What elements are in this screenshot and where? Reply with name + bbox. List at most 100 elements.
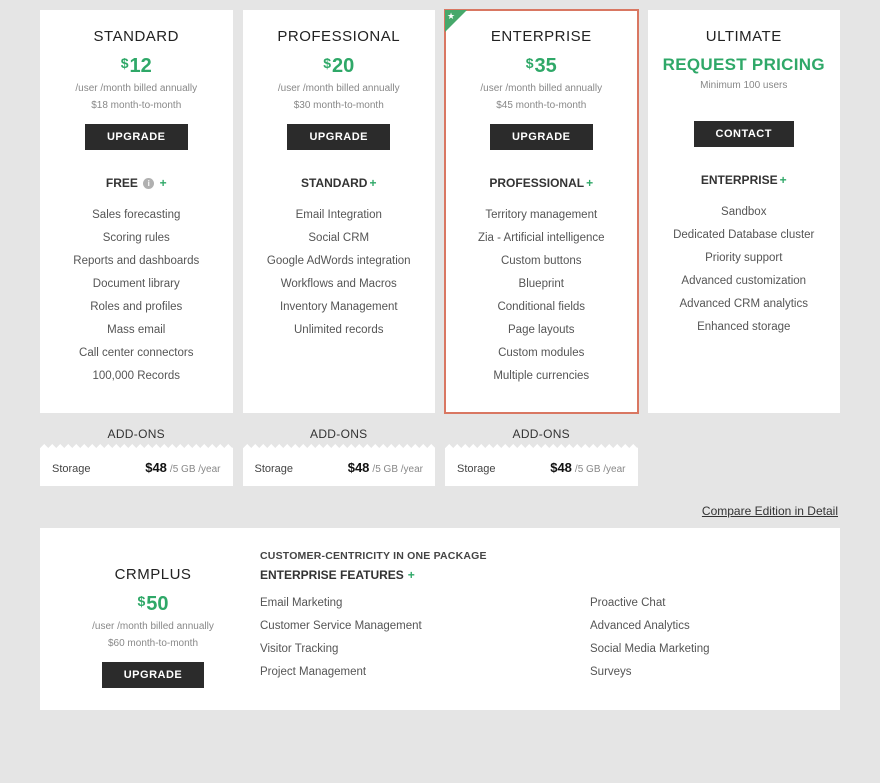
feature-item: Workflows and Macros [251,273,428,296]
plan-enterprise: ENTERPRISE $35 /user /month billed annua… [445,10,638,413]
upgrade-button[interactable]: UPGRADE [287,124,390,150]
contact-button[interactable]: CONTACT [694,121,794,147]
plan-name: ULTIMATE [656,28,833,45]
crmplus-details: CUSTOMER-CENTRICITY IN ONE PACKAGE ENTER… [248,550,822,688]
pricing-plans-row: STANDARD $12 /user /month billed annuall… [40,10,840,413]
addon-standard: ADD-ONS Storage $48/5 GB /year [40,427,233,486]
addon-card: Storage $48/5 GB /year [243,449,436,486]
addons-title: ADD-ONS [40,427,233,441]
feature-item: Conditional fields [453,296,630,319]
feature-item: Google AdWords integration [251,250,428,273]
feature-item: Sandbox [656,201,833,224]
addons-title: ADD-ONS [445,427,638,441]
crmplus-col1: Email Marketing Customer Service Managem… [260,592,550,684]
crmplus-feature-columns: Email Marketing Customer Service Managem… [260,592,822,684]
feature-item: Unlimited records [251,319,428,342]
feature-item: Scoring rules [48,227,225,250]
addon-unit: /5 GB /year [372,464,423,475]
feature-item: Social CRM [251,227,428,250]
upgrade-button[interactable]: UPGRADE [85,124,188,150]
plan-price: $35 [453,55,630,78]
feature-item: Custom modules [453,342,630,365]
feature-item: Page layouts [453,319,630,342]
addon-unit: /5 GB /year [575,464,626,475]
feature-item: Visitor Tracking [260,638,550,661]
featured-ribbon-icon [445,10,467,32]
feature-item: Multiple currencies [453,365,630,388]
crmplus-heading1: CUSTOMER-CENTRICITY IN ONE PACKAGE [260,550,822,562]
addon-price: $48 [550,460,572,475]
feature-item: Inventory Management [251,296,428,319]
plan-billing-monthly: $18 month-to-month [48,99,225,112]
addon-price: $48 [348,460,370,475]
plan-name: PROFESSIONAL [251,28,428,45]
feature-item: Email Marketing [260,592,550,615]
feature-item: Roles and profiles [48,296,225,319]
feature-item: Blueprint [453,273,630,296]
feature-item: Customer Service Management [260,615,550,638]
compare-edition-link[interactable]: Compare Edition in Detail [702,504,838,518]
feature-list: Sandbox Dedicated Database cluster Prior… [656,201,833,339]
plan-billing-monthly: $45 month-to-month [453,99,630,112]
feature-item: Advanced Analytics [590,615,710,638]
plus-icon: + [408,568,415,582]
addon-professional: ADD-ONS Storage $48/5 GB /year [243,427,436,486]
plan-billing-annual: /user /month billed annually [48,82,225,95]
plan-ultimate: ULTIMATE REQUEST PRICING Minimum 100 use… [648,10,841,413]
feature-item: Call center connectors [48,342,225,365]
info-icon[interactable]: i [143,178,154,189]
feature-item: Advanced customization [656,270,833,293]
feature-item: Enhanced storage [656,316,833,339]
plan-billing-annual: /user /month billed annually [58,620,248,633]
upgrade-button[interactable]: UPGRADE [490,124,593,150]
plan-billing-monthly: $30 month-to-month [251,99,428,112]
plan-name: STANDARD [48,28,225,45]
crmplus-panel: CRMPLUS $50 /user /month billed annually… [40,528,840,710]
plus-icon: + [586,176,593,190]
plan-includes: STANDARD+ [251,176,428,190]
feature-item: Advanced CRM analytics [656,293,833,316]
feature-item: Email Integration [251,204,428,227]
feature-item: Surveys [590,661,710,684]
feature-item: Priority support [656,247,833,270]
feature-item: 100,000 Records [48,365,225,388]
plus-icon: + [780,173,787,187]
plan-price: $50 [58,593,248,616]
feature-item: Custom buttons [453,250,630,273]
upgrade-button[interactable]: UPGRADE [102,662,205,688]
crmplus-summary: CRMPLUS $50 /user /month billed annually… [58,550,248,688]
addon-price: $48 [145,460,167,475]
feature-item: Document library [48,273,225,296]
plan-min-users: Minimum 100 users [656,79,833,92]
plan-standard: STANDARD $12 /user /month billed annuall… [40,10,233,413]
addons-title: ADD-ONS [243,427,436,441]
feature-item: Zia - Artificial intelligence [453,227,630,250]
addons-row: ADD-ONS Storage $48/5 GB /year ADD-ONS S… [40,427,840,486]
feature-item: Project Management [260,661,550,684]
addon-ultimate-empty [648,427,841,486]
addon-label: Storage [255,463,294,475]
addon-card: Storage $48/5 GB /year [40,449,233,486]
addon-enterprise: ADD-ONS Storage $48/5 GB /year [445,427,638,486]
addon-card: Storage $48/5 GB /year [445,449,638,486]
feature-list: Sales forecasting Scoring rules Reports … [48,204,225,388]
feature-item: Dedicated Database cluster [656,224,833,247]
plan-professional: PROFESSIONAL $20 /user /month billed ann… [243,10,436,413]
crmplus-col2: Proactive Chat Advanced Analytics Social… [590,592,710,684]
plan-price-text: REQUEST PRICING [656,55,833,75]
plus-icon: + [160,176,167,190]
plan-price: $12 [48,55,225,78]
addon-label: Storage [457,463,496,475]
feature-item: Sales forecasting [48,204,225,227]
feature-item: Territory management [453,204,630,227]
plan-billing-monthly: $60 month-to-month [58,637,248,650]
feature-list: Territory management Zia - Artificial in… [453,204,630,388]
feature-item: Reports and dashboards [48,250,225,273]
plan-name: ENTERPRISE [453,28,630,45]
plan-billing-annual: /user /month billed annually [251,82,428,95]
compare-edition: Compare Edition in Detail [40,504,838,518]
plan-name: CRMPLUS [58,566,248,583]
plan-includes: FREE i + [48,176,225,190]
plan-billing-annual: /user /month billed annually [453,82,630,95]
plan-includes: PROFESSIONAL+ [453,176,630,190]
